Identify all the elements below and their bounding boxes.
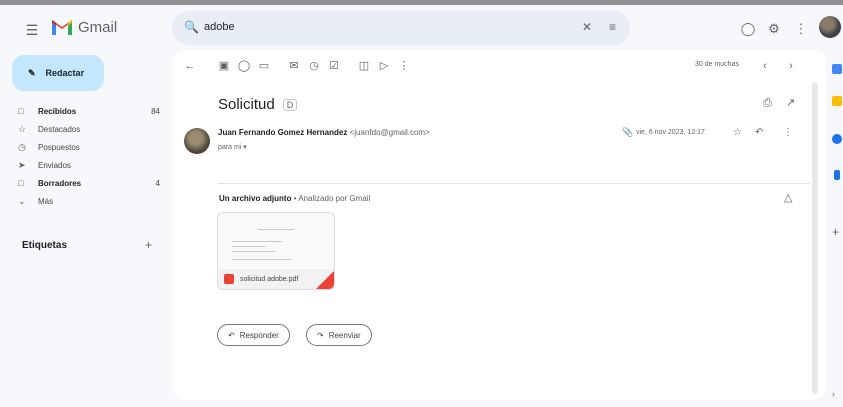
divider <box>218 183 810 184</box>
reply-icon: ↶ <box>228 330 235 340</box>
compose-button[interactable]: ✎ Redactar <box>12 55 104 91</box>
page-corner-icon <box>316 271 334 289</box>
menu-icon[interactable]: ☰ <box>24 22 40 38</box>
sender-line: Juan Fernando Gomez Hernandez <juanfdo@g… <box>218 128 430 137</box>
keep-icon[interactable] <box>832 96 842 106</box>
add-task-icon[interactable]: ☑ <box>327 59 341 73</box>
open-new-window-icon[interactable]: ↗ <box>786 98 795 109</box>
calendar-icon[interactable] <box>832 64 842 74</box>
sidebar-item-label: Recibidos <box>38 106 77 116</box>
attachment-icon: 📎 <box>622 127 634 137</box>
recipient-line[interactable]: para mi ▾ <box>218 143 247 151</box>
sidebar-item-inbox[interactable]: □ Recibidos 84 <box>18 104 160 118</box>
settings-icon[interactable]: ⚙ <box>766 20 782 36</box>
sidebar-item-label: Borradores <box>38 178 82 188</box>
sidebar-item-label: Pospuestos <box>38 142 80 152</box>
attachment-card[interactable]: solicitud adobe.pdf <box>217 212 335 290</box>
add-to-drive-icon[interactable]: △ <box>784 193 792 204</box>
compose-label: Redactar <box>45 68 85 78</box>
reply-button[interactable]: ↶ Responder <box>217 324 290 346</box>
pagination-text: 30 de muchas <box>695 61 739 68</box>
account-avatar[interactable] <box>819 16 841 38</box>
chevron-down-icon: ⌄ <box>18 195 26 206</box>
tasks-icon[interactable] <box>832 134 842 144</box>
prev-icon[interactable]: ‹ <box>758 59 772 73</box>
forward-icon: ↷ <box>317 330 324 340</box>
more-options-icon[interactable]: ⋮ <box>397 59 411 73</box>
snooze-icon[interactable]: ◷ <box>307 59 321 73</box>
label-icon[interactable]: ▷ <box>377 59 391 73</box>
add-label-icon[interactable]: + <box>145 239 152 251</box>
sidebar-item-count: 84 <box>151 106 160 116</box>
delete-icon[interactable]: ▭ <box>257 59 271 73</box>
search-bar[interactable]: 🔍 adobe ✕ ≡ <box>172 11 630 45</box>
attachment-heading: Un archivo adjunto • Analizado por Gmail <box>219 194 370 203</box>
sidebar-item-label: Destacados <box>38 124 81 134</box>
subject-text: Solicitud <box>218 96 275 113</box>
chevron-down-icon: ▾ <box>243 144 247 151</box>
attachment-scan-note: • Analizado por Gmail <box>293 194 371 203</box>
sidebar-item-label: Más <box>38 196 54 206</box>
labels-heading: Etiquetas <box>22 240 68 251</box>
move-to-icon[interactable]: ◫ <box>357 59 371 73</box>
sender-avatar <box>184 128 210 154</box>
attachment-count: Un archivo adjunto <box>219 194 292 203</box>
message-date: vie, 6 nov 2023, 12:17 <box>636 129 705 136</box>
brand-name: Gmail <box>78 19 118 36</box>
star-icon: ☆ <box>18 123 27 134</box>
help-icon[interactable]: ◯ <box>740 20 756 36</box>
search-input[interactable]: adobe <box>204 21 235 33</box>
contacts-icon[interactable] <box>834 170 840 180</box>
search-icon[interactable]: 🔍 <box>184 21 199 33</box>
reply-label: Responder <box>239 330 279 340</box>
star-icon[interactable]: ☆ <box>733 128 742 138</box>
more-options-icon[interactable]: ⋮ <box>783 128 793 138</box>
sender-name: Juan Fernando Gomez Hernandez <box>218 128 348 137</box>
sidebar-item-starred[interactable]: ☆ Destacados <box>18 122 160 136</box>
forward-label: Reenviar <box>328 330 361 340</box>
next-icon[interactable]: › <box>784 59 798 73</box>
back-icon[interactable]: ← <box>183 59 197 73</box>
gmail-logo[interactable]: Gmail <box>51 19 117 36</box>
sidebar-item-count: 4 <box>155 178 160 188</box>
message-subject: Solicitud D <box>218 96 298 113</box>
hide-side-panel-icon[interactable]: › <box>832 390 835 399</box>
clear-icon[interactable]: ✕ <box>582 21 592 33</box>
pdf-icon <box>224 274 234 284</box>
label-tag[interactable]: D <box>282 98 298 111</box>
sidebar-item-sent[interactable]: ➤ Enviados <box>18 158 160 172</box>
sidebar-item-snoozed[interactable]: ◷ Pospuestos <box>18 140 160 154</box>
sender-email: <juanfdo@gmail.com> <box>349 128 430 137</box>
mark-unread-icon[interactable]: ✉ <box>287 59 301 73</box>
report-spam-icon[interactable]: ◯ <box>237 59 251 73</box>
gmail-m-icon <box>52 20 72 35</box>
draft-icon: □ <box>18 178 24 188</box>
recipient-text: para mi <box>218 144 242 151</box>
inbox-icon: □ <box>18 106 24 116</box>
pencil-icon: ✎ <box>28 67 36 78</box>
apps-icon[interactable]: ⋮ <box>793 20 809 36</box>
reply-icon[interactable]: ↶ <box>755 128 763 138</box>
archive-icon[interactable]: ▣ <box>217 59 231 73</box>
sidebar-item-more[interactable]: ⌄ Más <box>18 194 160 208</box>
attachment-preview <box>218 213 334 269</box>
send-icon: ➤ <box>18 159 26 170</box>
print-icon[interactable]: ⎙ <box>763 98 772 109</box>
sidebar-item-drafts[interactable]: □ Borradores 4 <box>18 176 160 190</box>
get-addons-icon[interactable]: + <box>832 226 839 238</box>
tune-icon[interactable]: ≡ <box>609 21 616 33</box>
clock-icon: ◷ <box>18 141 26 152</box>
window-top-border <box>0 0 843 5</box>
attachment-filename: solicitud adobe.pdf <box>240 275 299 283</box>
forward-button[interactable]: ↷ Reenviar <box>306 324 372 346</box>
sidebar-item-label: Enviados <box>38 160 71 170</box>
scrollbar[interactable] <box>812 82 818 394</box>
